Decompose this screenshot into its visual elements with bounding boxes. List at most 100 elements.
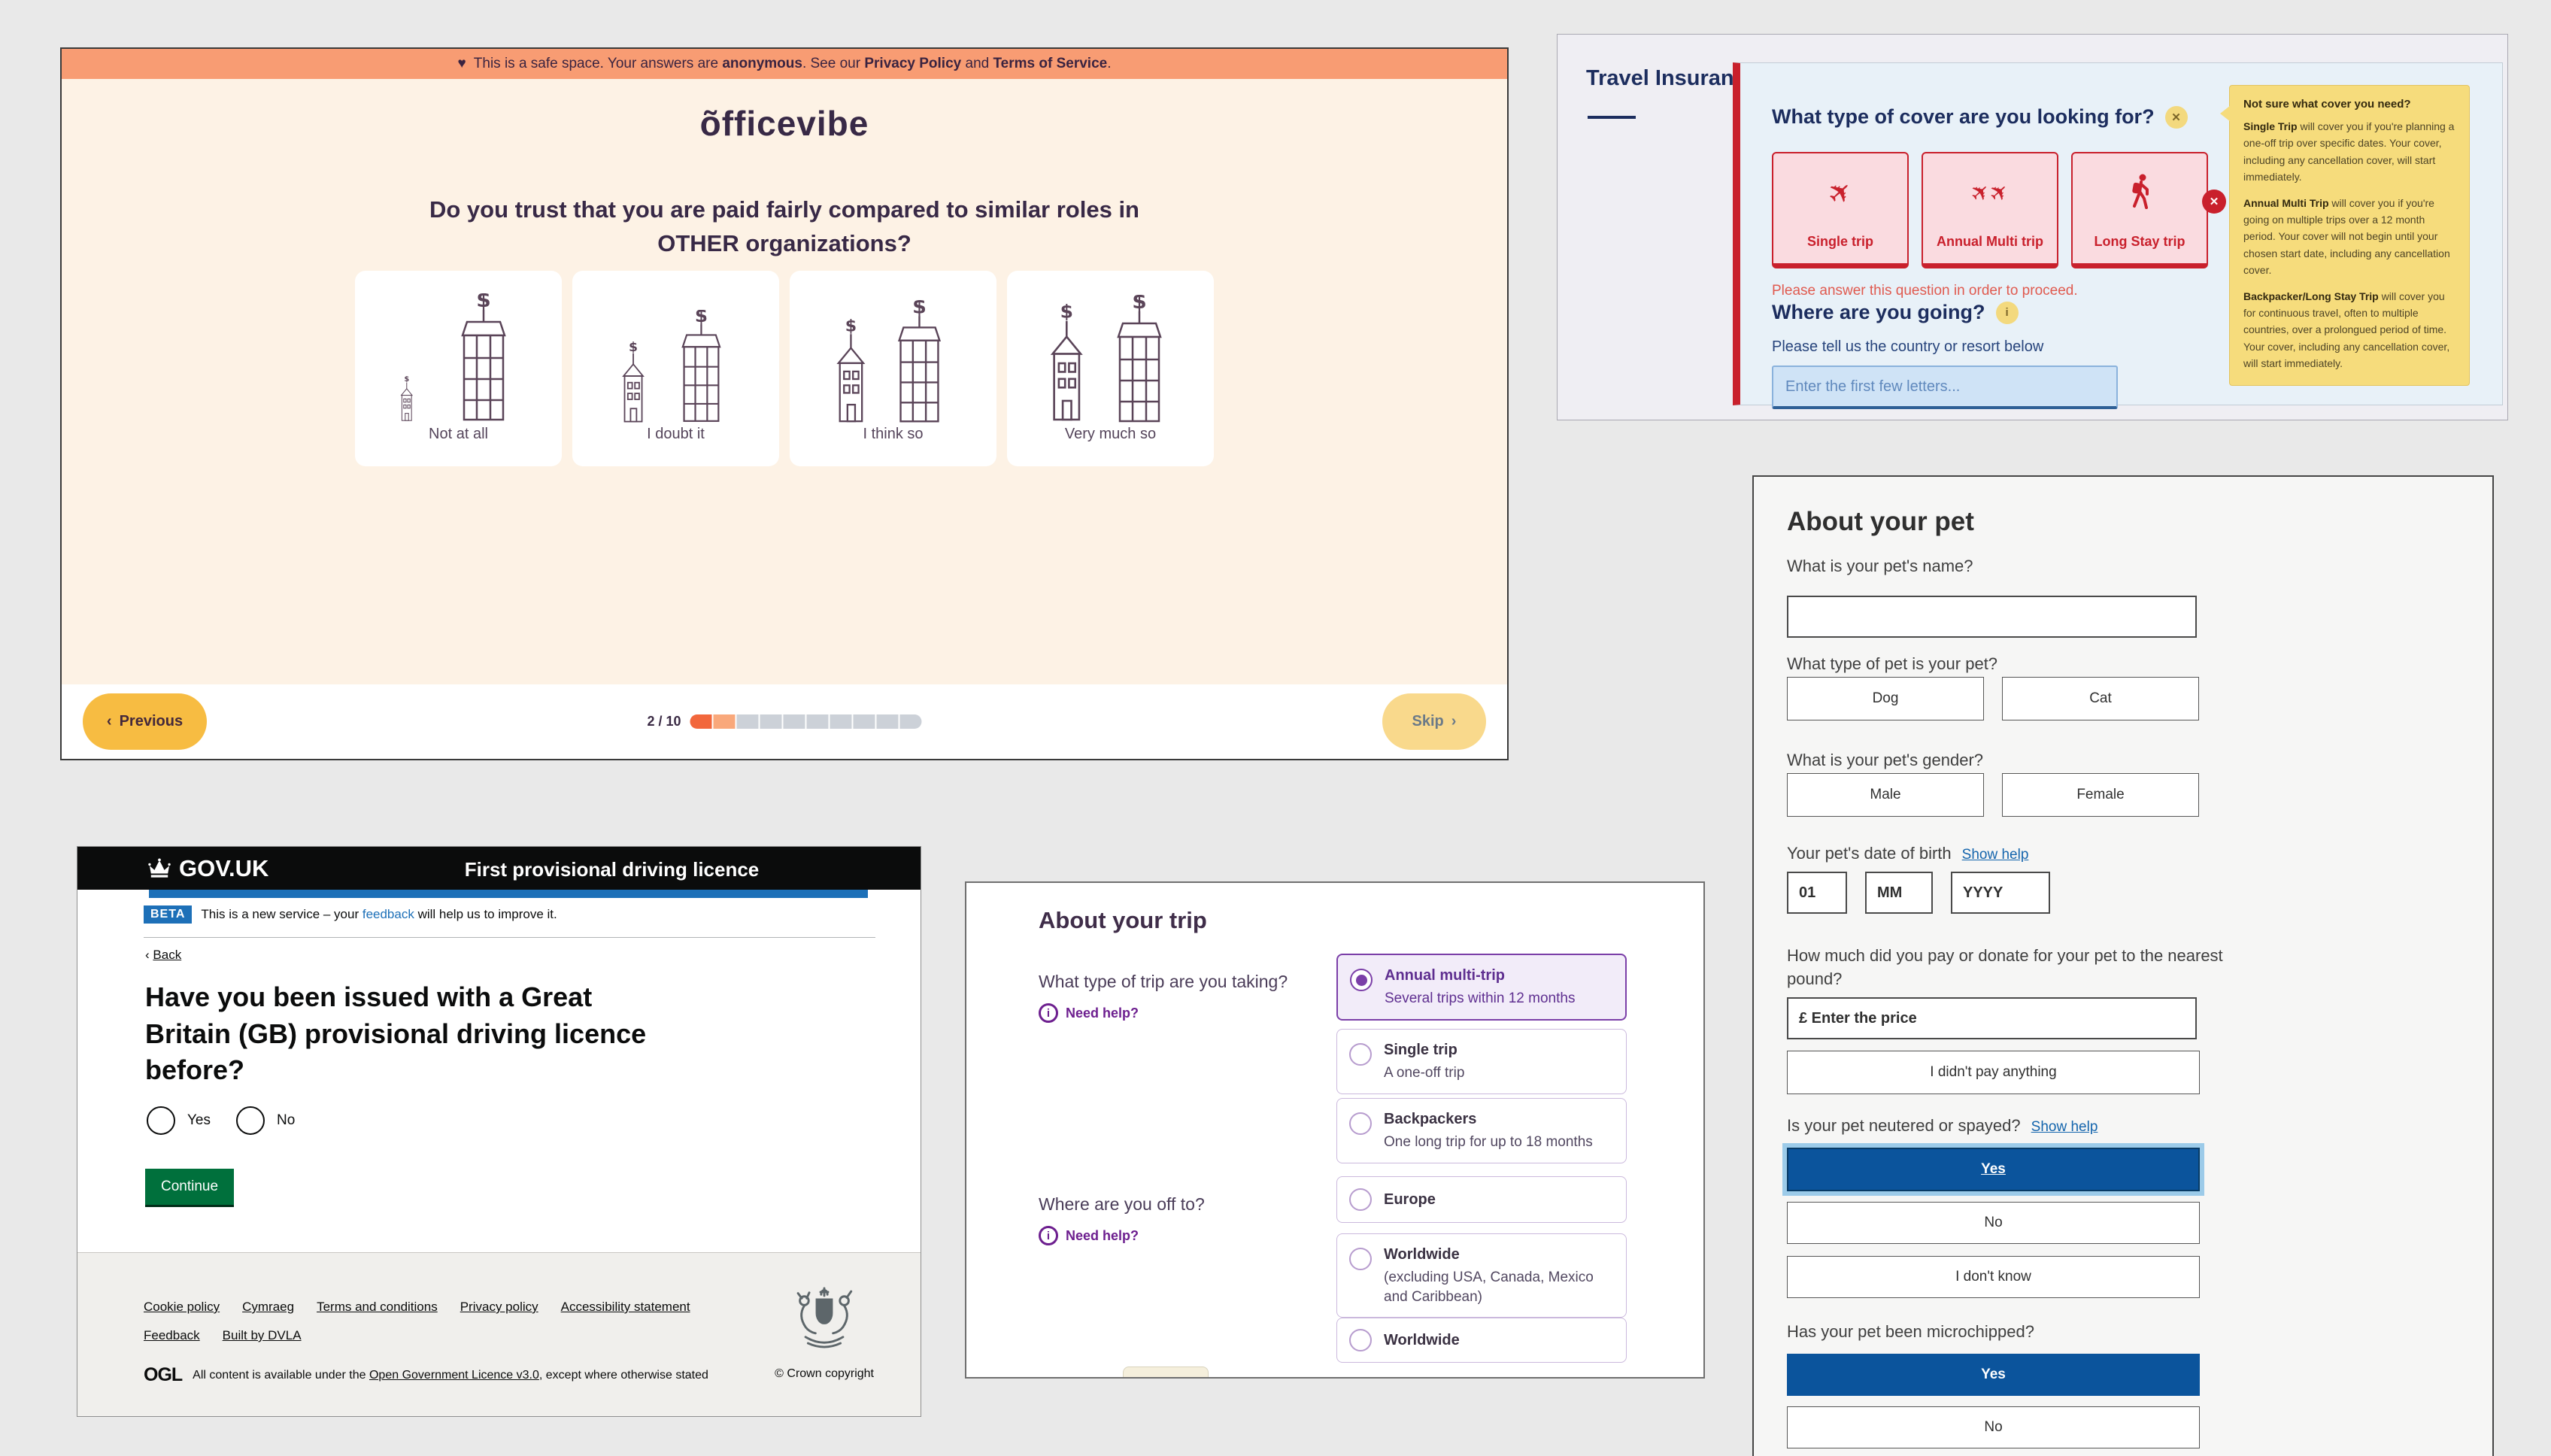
license-row: OGL All content is available under the O… xyxy=(144,1364,708,1386)
feedback-link[interactable]: feedback xyxy=(362,907,414,921)
answer-card-i-doubt-it[interactable]: I doubt it xyxy=(572,271,779,466)
need-help-link[interactable]: i Need help? xyxy=(1039,1226,1139,1245)
validation-error: Please answer this question in order to … xyxy=(1772,283,2078,299)
destination-hint: Please tell us the country or resort bel… xyxy=(1772,338,2043,356)
footer-link[interactable]: Terms and conditions xyxy=(317,1300,438,1315)
radio-circle[interactable] xyxy=(236,1106,265,1135)
dob-month-input[interactable] xyxy=(1865,872,1933,914)
pet-neutered-question: Is your pet neutered or spayed?Show help xyxy=(1787,1116,2098,1136)
beta-banner: BETA This is a new service – your feedba… xyxy=(144,905,557,924)
service-name: First provisional driving licence xyxy=(303,858,921,881)
close-icon[interactable]: ✕ xyxy=(2165,106,2188,129)
radio-unselected[interactable] xyxy=(1349,1329,1372,1351)
did-not-pay-button[interactable]: I didn't pay anything xyxy=(1787,1051,2200,1094)
title-underline xyxy=(1588,116,1636,119)
previous-button[interactable]: ‹ Previous xyxy=(83,693,207,750)
destination-question: Where are you going? i xyxy=(1772,301,2019,324)
pet-type-cat-button[interactable]: Cat xyxy=(2002,677,2199,720)
officevibe-survey-window: ♥ This is a safe space. Your answers are… xyxy=(60,47,1509,760)
neutered-no-button[interactable]: No xyxy=(1787,1202,2200,1244)
footer-link[interactable]: Accessibility statement xyxy=(561,1300,690,1315)
info-icon[interactable]: i xyxy=(1996,302,2019,324)
destination-option-worldwide[interactable]: Worldwide xyxy=(1336,1318,1627,1363)
radio-unselected[interactable] xyxy=(1349,1248,1372,1270)
footer-link[interactable]: Cookie policy xyxy=(144,1300,220,1315)
progress-segment xyxy=(807,714,829,729)
radio-unselected[interactable] xyxy=(1349,1043,1372,1066)
page-question: Have you been issued with a Great Britai… xyxy=(145,979,672,1089)
radio-unselected[interactable] xyxy=(1349,1112,1372,1135)
plane-icon: ✈ xyxy=(1820,172,1860,213)
govuk-footer: Cookie policy Cymraeg Terms and conditio… xyxy=(77,1252,921,1416)
safe-space-banner: ♥ This is a safe space. Your answers are… xyxy=(62,49,1507,79)
microchipped-no-button[interactable]: No xyxy=(1787,1406,2200,1448)
neutered-yes-button[interactable]: Yes xyxy=(1787,1148,2200,1191)
form-title: About your pet xyxy=(1787,507,1974,537)
buildings-illustration xyxy=(1036,287,1186,423)
cover-option-single-trip[interactable]: ✈ Single trip xyxy=(1772,152,1909,268)
progress-segment xyxy=(760,714,782,729)
buildings-illustration xyxy=(601,287,751,423)
chevron-left-icon: ‹ xyxy=(107,713,112,730)
neutered-dont-know-button[interactable]: I don't know xyxy=(1787,1256,2200,1298)
trip-type-option-annual-multi-trip[interactable]: Annual multi-trip Several trips within 1… xyxy=(1336,954,1627,1021)
destination-question: Where are you off to? xyxy=(1039,1194,1205,1215)
continue-button[interactable]: Continue xyxy=(145,1169,234,1205)
destination-option-worldwide-excluding[interactable]: Worldwide (excluding USA, Canada, Mexico… xyxy=(1336,1233,1627,1318)
ogl-licence-link[interactable]: Open Government Licence v3.0 xyxy=(369,1369,539,1382)
pet-name-input[interactable] xyxy=(1787,596,2197,638)
show-help-link[interactable]: Show help xyxy=(1962,847,2029,863)
dob-day-input[interactable] xyxy=(1787,872,1847,914)
chevron-left-icon: ‹ xyxy=(145,948,150,962)
cover-help-tooltip: Not sure what cover you need? Single Tri… xyxy=(2229,85,2470,386)
progress-segment xyxy=(784,714,805,729)
pet-microchipped-question: Has your pet been microchipped? xyxy=(1787,1322,2034,1342)
radio-selected[interactable] xyxy=(1350,969,1373,991)
pet-name-question: What is your pet's name? xyxy=(1787,557,1973,576)
answer-card-not-at-all[interactable]: Not at all xyxy=(355,271,562,466)
skip-button[interactable]: Skip › xyxy=(1382,693,1486,750)
answer-label: Not at all xyxy=(355,426,562,443)
radio-yes[interactable]: Yes xyxy=(147,1106,211,1135)
cover-option-annual-multi-trip[interactable]: ✈✈ Annual Multi trip xyxy=(1922,152,2058,268)
footer-links-row-1: Cookie policy Cymraeg Terms and conditio… xyxy=(144,1300,690,1315)
progress-segment xyxy=(714,714,736,729)
tooltip-paragraph: Backpacker/Long Stay Trip will cover you… xyxy=(2243,288,2455,372)
progress-segment xyxy=(877,714,899,729)
cut-off-button[interactable] xyxy=(1123,1367,1209,1377)
cover-option-long-stay-trip[interactable]: Long Stay trip xyxy=(2071,152,2208,268)
pet-type-dog-button[interactable]: Dog xyxy=(1787,677,1984,720)
answer-card-very-much-so[interactable]: Very much so xyxy=(1007,271,1214,466)
trip-type-option-backpackers[interactable]: Backpackers One long trip for up to 18 m… xyxy=(1336,1098,1627,1163)
back-link[interactable]: ‹ Back xyxy=(145,948,181,963)
radio-unselected[interactable] xyxy=(1349,1188,1372,1211)
footer-link[interactable]: Feedback xyxy=(144,1328,200,1343)
pet-gender-male-button[interactable]: Male xyxy=(1787,773,1984,817)
radio-no[interactable]: No xyxy=(236,1106,295,1135)
error-icon: ✕ xyxy=(2202,190,2226,214)
trip-type-option-single-trip[interactable]: Single trip A one-off trip xyxy=(1336,1029,1627,1094)
footer-link[interactable]: Privacy policy xyxy=(460,1300,538,1315)
price-input[interactable] xyxy=(1787,997,2197,1039)
footer-link[interactable]: Cymraeg xyxy=(242,1300,294,1315)
show-help-link[interactable]: Show help xyxy=(2031,1119,2098,1135)
banner-text: This is a safe space. Your answers are a… xyxy=(474,56,1112,72)
footer-links-row-2: Feedback Built by DVLA xyxy=(144,1328,302,1343)
destination-option-europe[interactable]: Europe xyxy=(1336,1176,1627,1223)
answer-card-i-think-so[interactable]: I think so xyxy=(790,271,996,466)
need-help-link[interactable]: i Need help? xyxy=(1039,1003,1139,1023)
terms-of-service-link[interactable]: Terms of Service xyxy=(993,56,1107,71)
privacy-policy-link[interactable]: Privacy Policy xyxy=(864,56,961,71)
footer-link[interactable]: Built by DVLA xyxy=(223,1328,302,1343)
pet-gender-question: What is your pet's gender? xyxy=(1787,751,1983,770)
progress-label: 2 / 10 xyxy=(647,714,681,730)
info-icon: i xyxy=(1039,1003,1058,1023)
about-your-trip-form: About your trip What type of trip are yo… xyxy=(965,881,1705,1379)
radio-circle[interactable] xyxy=(147,1106,175,1135)
pet-gender-female-button[interactable]: Female xyxy=(2002,773,2199,817)
microchipped-yes-button[interactable]: Yes xyxy=(1787,1354,2200,1396)
chevron-right-icon: › xyxy=(1451,713,1457,730)
dob-year-input[interactable] xyxy=(1951,872,2050,914)
destination-input[interactable] xyxy=(1772,366,2118,409)
govuk-logo[interactable]: GOV.UK xyxy=(147,855,268,882)
